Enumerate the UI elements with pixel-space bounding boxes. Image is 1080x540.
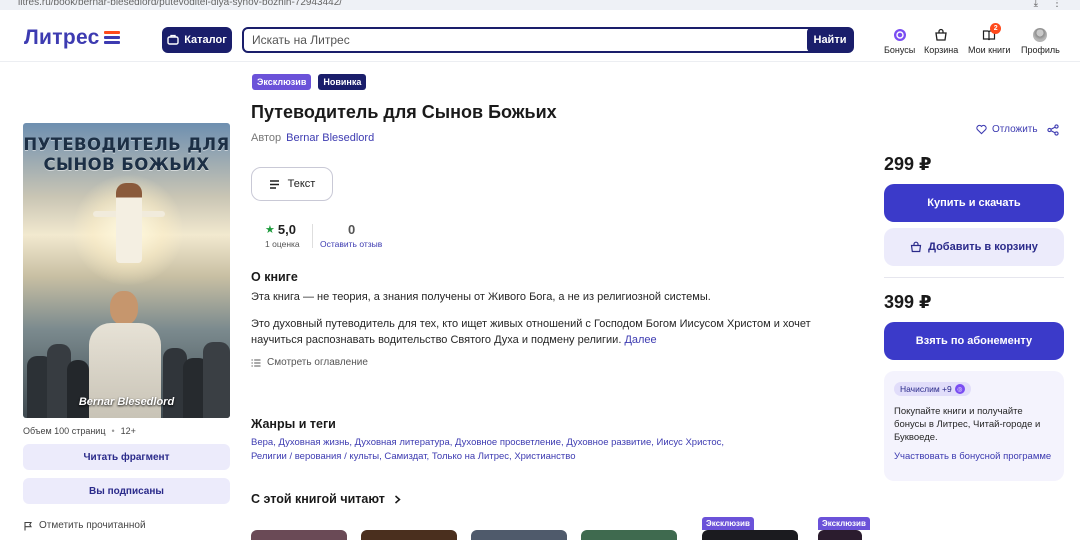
litres-logo[interactable]: Литрес [24, 26, 120, 50]
flag-icon [24, 521, 32, 530]
browser-url-bar[interactable]: litres.ru/book/bernar-blesedlord/putevod… [0, 0, 1080, 10]
recommended-book[interactable] [818, 530, 862, 540]
genre-link[interactable]: Духовная жизнь [278, 437, 349, 448]
logo-mark-icon [103, 31, 120, 45]
subscribed-button[interactable]: Вы подписаны [23, 478, 230, 504]
cover-title: ПУТЕВОДИТЕЛЬ ДЛЯ СЫНОВ БОЖЬИХ [23, 135, 230, 174]
genre-tags: Вера, Духовная жизнь, Духовная литератур… [251, 437, 725, 462]
new-badge: Новинка [318, 74, 367, 90]
recommendations-heading[interactable]: С этой книгой читают [251, 492, 402, 506]
recommended-book[interactable] [702, 530, 798, 540]
genre-link[interactable]: Религии / верования / культы [251, 451, 379, 462]
bonus-pill: Начислим +9 ◎ [894, 382, 971, 396]
heart-icon [976, 124, 987, 135]
catalog-icon [167, 34, 179, 45]
read-fragment-button[interactable]: Читать фрагмент [23, 444, 230, 470]
book-badges: Эксклюзив Новинка [252, 74, 367, 90]
nav-cart[interactable]: Корзина [924, 28, 958, 55]
genre-link[interactable]: Самиздат [384, 451, 426, 462]
genre-link[interactable]: Иисус Христос [657, 437, 722, 448]
genre-link[interactable]: Духовная литература [355, 437, 450, 448]
search-button[interactable]: Найти [807, 28, 853, 52]
cart-icon [932, 28, 950, 42]
bonus-coin-icon: ◎ [954, 384, 965, 394]
genre-link[interactable]: Христианство [514, 451, 575, 462]
cart-icon [910, 241, 922, 253]
menu-icon[interactable]: ⋮ [1052, 0, 1062, 9]
rating-block: ★ 5,0 1 оценка [265, 222, 300, 249]
genre-link[interactable]: Духовное развитие [566, 437, 651, 448]
reviews-block: 0 Оставить отзыв [320, 222, 382, 249]
search-input[interactable] [244, 29, 807, 51]
list-icon [251, 358, 261, 367]
avatar [1033, 28, 1048, 42]
table-of-contents-link[interactable]: Смотреть оглавление [251, 357, 368, 368]
book-cover[interactable]: ПУТЕВОДИТЕЛЬ ДЛЯ СЫНОВ БОЖЬИХ Bernar Ble… [23, 123, 230, 418]
about-heading: О книге [251, 270, 298, 284]
book-title: Путеводитель для Сынов Божьих [251, 102, 557, 122]
genre-link[interactable]: Вера [251, 437, 273, 448]
site-header: Литрес Каталог Найти Бонусы Корзина 2 Мо… [0, 10, 1080, 62]
bonus-icon [891, 28, 909, 42]
download-icon[interactable]: ⤓ [1034, 0, 1038, 9]
subscription-price: 399 ₽ [884, 292, 932, 312]
about-paragraph-1: Эта книга — не теория, а знания получены… [251, 291, 711, 303]
search-bar: Найти [242, 27, 854, 53]
about-paragraph-2: Это духовный путеводитель для тех, кто и… [251, 318, 811, 346]
add-to-cart-button[interactable]: Добавить в корзину [884, 228, 1064, 266]
my-books-badge: 2 [990, 23, 1002, 34]
nav-bonuses[interactable]: Бонусы [884, 28, 915, 55]
format-text-button[interactable]: Текст [251, 167, 333, 201]
nav-profile[interactable]: Профиль [1021, 28, 1060, 55]
author-link[interactable]: Bernar Blesedlord [286, 132, 374, 144]
exclusive-badge: Эксклюзив [702, 517, 754, 530]
recommended-book[interactable] [361, 530, 457, 540]
recommended-book[interactable] [251, 530, 347, 540]
bonus-card: Начислим +9 ◎ Покупайте книги и получайт… [884, 371, 1064, 481]
reviews-count: 0 [348, 222, 356, 237]
cover-author: Bernar Blesedlord [78, 396, 175, 408]
price: 299 ₽ [884, 154, 932, 174]
exclusive-badge: Эксклюзив [818, 517, 870, 530]
rating-count: 1 оценка [265, 239, 300, 249]
genres-heading: Жанры и теги [251, 417, 336, 431]
book-meta: Объем 100 страниц • 12+ [23, 426, 136, 436]
nav-my-books[interactable]: 2 Мои книги [968, 23, 1010, 55]
leave-review-link[interactable]: Оставить отзыв [320, 239, 382, 249]
wishlist-button[interactable]: Отложить [976, 124, 1038, 135]
star-icon: ★ [265, 224, 275, 236]
genre-link[interactable]: Только на Литрес [432, 451, 509, 462]
recommended-book[interactable] [471, 530, 567, 540]
rating-value: 5,0 [277, 222, 296, 237]
chevron-right-icon [394, 494, 401, 504]
read-more-link[interactable]: Далее [624, 334, 656, 346]
recommended-book[interactable] [581, 530, 677, 540]
bonus-program-link[interactable]: Участвовать в бонусной программе [894, 450, 1054, 463]
share-icon[interactable] [1047, 124, 1059, 136]
author-line: Автор Bernar Blesedlord [251, 132, 375, 144]
divider [884, 277, 1064, 278]
text-format-icon [269, 179, 279, 189]
catalog-button[interactable]: Каталог [162, 27, 232, 53]
genre-link[interactable]: Духовное просветление [455, 437, 561, 448]
buy-button[interactable]: Купить и скачать [884, 184, 1064, 222]
subscription-button[interactable]: Взять по абонементу [884, 322, 1064, 360]
browser-url[interactable]: litres.ru/book/bernar-blesedlord/putevod… [18, 0, 342, 8]
exclusive-badge: Эксклюзив [252, 74, 312, 90]
my-books-icon: 2 [980, 23, 1002, 42]
mark-read-button[interactable]: Отметить прочитанной [23, 520, 146, 531]
page-count: Объем 100 страниц [23, 426, 106, 436]
divider [312, 224, 313, 248]
age-rating: 12+ [120, 426, 136, 436]
bonus-text: Покупайте книги и получайте бонусы в Лит… [894, 406, 1041, 443]
